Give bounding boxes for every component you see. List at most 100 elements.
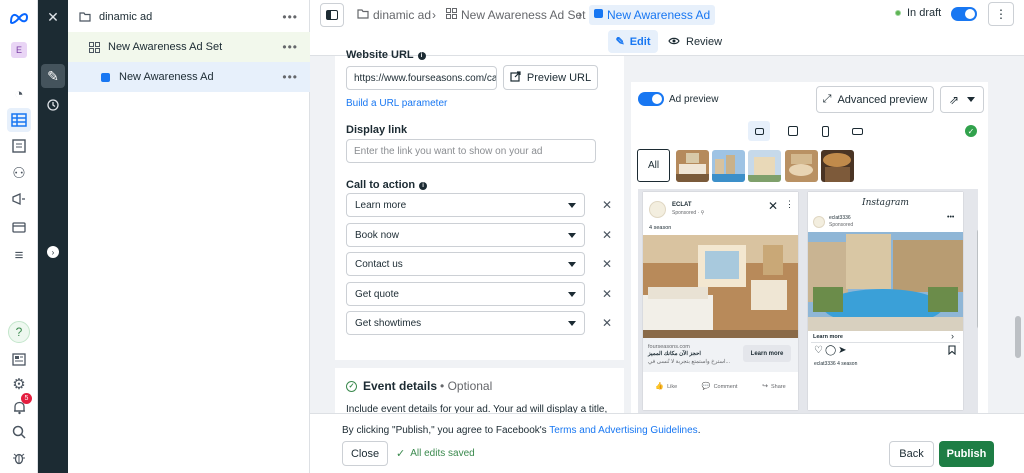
remove-cta-icon[interactable]: ✕ xyxy=(601,311,613,335)
tree-item-campaign[interactable]: dinamic ad ••• xyxy=(68,2,310,32)
reaction-bar: 👍 Like 💬 Comment ↪ Share xyxy=(643,382,798,390)
bell-icon[interactable]: 5 xyxy=(7,393,32,420)
cta-select-4[interactable]: Get quote xyxy=(346,282,585,306)
account-avatar[interactable]: E xyxy=(11,42,27,58)
help-icon[interactable]: ? xyxy=(8,321,30,343)
ad-square-icon xyxy=(594,9,603,21)
page-name: ECLAT xyxy=(672,202,692,208)
billing-card-icon[interactable] xyxy=(7,215,31,239)
share-preview-button[interactable]: ⇗ xyxy=(940,86,984,113)
preview-scrollbar[interactable] xyxy=(977,229,978,329)
megaphone-icon[interactable] xyxy=(7,187,31,211)
remove-cta-icon[interactable]: ✕ xyxy=(601,193,613,217)
expand-panel-icon[interactable]: › xyxy=(47,246,59,258)
breadcrumb-ad[interactable]: New Awareness Ad xyxy=(589,5,716,25)
ad-on-off-toggle[interactable] xyxy=(951,7,977,21)
comment-action: 💬 Comment xyxy=(701,383,738,390)
event-details-title[interactable]: ✓ Event details • Optional xyxy=(346,379,492,393)
tab-review[interactable]: Review xyxy=(668,30,722,53)
tree-item-label: New Awareness Ad xyxy=(119,71,214,83)
menu-icon[interactable]: ≡ xyxy=(7,243,31,267)
close-icon[interactable]: ✕ xyxy=(41,5,65,29)
more-options-icon[interactable]: ••• xyxy=(282,40,298,54)
tree-item-adset[interactable]: New Awareness Ad Set ••• xyxy=(68,32,310,62)
filter-all-button[interactable]: All xyxy=(637,149,670,182)
share-icon: ↪ xyxy=(762,383,768,390)
breadcrumb-adset[interactable]: New Awareness Ad Set xyxy=(446,5,586,25)
creative-thumbnail-5[interactable] xyxy=(821,150,854,182)
facebook-feed-preview[interactable]: ECLAT Sponsored · ⚲ ✕ ⋮ 4 season foursea… xyxy=(643,192,798,410)
cta-select-5[interactable]: Get showtimes xyxy=(346,311,585,335)
placement-square-icon[interactable] xyxy=(782,121,804,141)
tab-edit[interactable]: ✎ Edit xyxy=(608,30,658,53)
pages-icon[interactable] xyxy=(7,134,31,158)
left-nav-rail: E ◔ ⚇ ≡ ? ⚙ 5 xyxy=(0,0,38,473)
remove-cta-icon[interactable]: ✕ xyxy=(601,252,613,276)
edit-pencil-icon[interactable]: ✎ xyxy=(41,64,65,88)
creative-thumbnail-3[interactable] xyxy=(748,150,781,182)
back-button[interactable]: Back xyxy=(889,441,934,467)
status-dot-icon xyxy=(895,10,901,16)
cta-link: Learn more xyxy=(813,334,843,340)
search-icon[interactable] xyxy=(7,420,31,444)
tree-item-ad[interactable]: New Awareness Ad ••• xyxy=(68,62,310,92)
more-options-icon[interactable]: ••• xyxy=(282,10,298,24)
cta-select-2[interactable]: Book now xyxy=(346,223,585,247)
tree-item-label: New Awareness Ad Set xyxy=(108,41,223,53)
gauge-icon[interactable]: ◔ xyxy=(7,82,31,106)
build-url-parameter-link[interactable]: Build a URL parameter xyxy=(346,98,447,109)
bug-report-icon[interactable] xyxy=(7,446,31,470)
remove-cta-icon[interactable]: ✕ xyxy=(601,223,613,247)
check-icon: ✓ xyxy=(396,448,406,460)
check-ok-icon: ✓ xyxy=(965,125,977,137)
creative-thumbnail-4[interactable] xyxy=(785,150,818,182)
send-icon: ➤ xyxy=(838,345,849,356)
page-scrollbar[interactable] xyxy=(1015,316,1021,358)
grid-icon xyxy=(446,8,457,22)
headline: احجز الآن مكانك المميز xyxy=(648,351,701,357)
toggle-sidebar-button[interactable] xyxy=(320,3,344,27)
creative-thumbnail-1[interactable] xyxy=(676,150,709,182)
display-link-input[interactable]: Enter the link you want to show on your … xyxy=(346,139,596,163)
more-options-icon[interactable]: ••• xyxy=(282,70,298,84)
cta-select-3[interactable]: Contact us xyxy=(346,252,585,276)
chevron-right-icon: › xyxy=(578,8,582,22)
remove-cta-icon[interactable]: ✕ xyxy=(601,282,613,306)
ad-link-footer: fourseasons.com احجز الآن مكانك المميز ا… xyxy=(643,338,798,372)
share-arrow-icon: ⇗ xyxy=(948,92,960,107)
sidebar-panel-icon xyxy=(326,10,338,20)
cta-button: Learn more xyxy=(743,345,791,362)
notification-badge: 5 xyxy=(21,393,32,404)
creative-thumbnail-2[interactable] xyxy=(712,150,745,182)
instagram-wordmark: Instagram xyxy=(862,198,909,208)
expand-icon: ⤢ xyxy=(822,93,832,105)
breadcrumb-campaign[interactable]: dinamic ad xyxy=(357,5,431,25)
instagram-feed-preview[interactable]: Instagram eclat3336 Sponsored ••• Learn … xyxy=(808,192,963,410)
preview-url-button[interactable]: Preview URL xyxy=(503,65,598,90)
destination-section: Website URL i https://www.fourseasons.com… xyxy=(335,49,624,360)
publish-button[interactable]: Publish xyxy=(939,441,994,467)
display-link-label: Display link xyxy=(346,124,408,136)
website-url-input[interactable]: https://www.fourseasons.com/cairo xyxy=(346,66,497,90)
table-icon[interactable] xyxy=(7,108,31,132)
advanced-preview-button[interactable]: ⤢ Advanced preview xyxy=(816,86,934,113)
call-to-action-label: Call to action i xyxy=(346,179,428,191)
more-horizontal-icon: ••• xyxy=(947,214,955,221)
placement-desktop-feed-icon[interactable] xyxy=(748,121,770,141)
meta-logo-icon[interactable] xyxy=(7,6,31,30)
placement-mobile-icon[interactable] xyxy=(814,121,836,141)
close-button[interactable]: Close xyxy=(342,441,388,466)
info-icon: i xyxy=(419,182,428,190)
pencil-icon: ✎ xyxy=(615,36,625,48)
terms-link[interactable]: Terms and Advertising Guidelines xyxy=(549,425,697,436)
breadcrumb-label: dinamic ad xyxy=(373,8,432,22)
history-clock-icon[interactable] xyxy=(41,93,65,117)
tree-item-label: dinamic ad xyxy=(99,11,153,23)
ad-preview-panel: Ad preview ⤢ Advanced preview ⇗ ✓ All EC… xyxy=(631,82,988,413)
more-actions-button[interactable]: ⋮ xyxy=(988,2,1014,26)
placement-landscape-icon[interactable] xyxy=(846,121,868,141)
news-icon[interactable] xyxy=(7,347,31,371)
audience-icon[interactable]: ⚇ xyxy=(7,161,31,185)
ad-preview-toggle[interactable] xyxy=(638,92,664,106)
cta-select-1[interactable]: Learn more xyxy=(346,193,585,217)
